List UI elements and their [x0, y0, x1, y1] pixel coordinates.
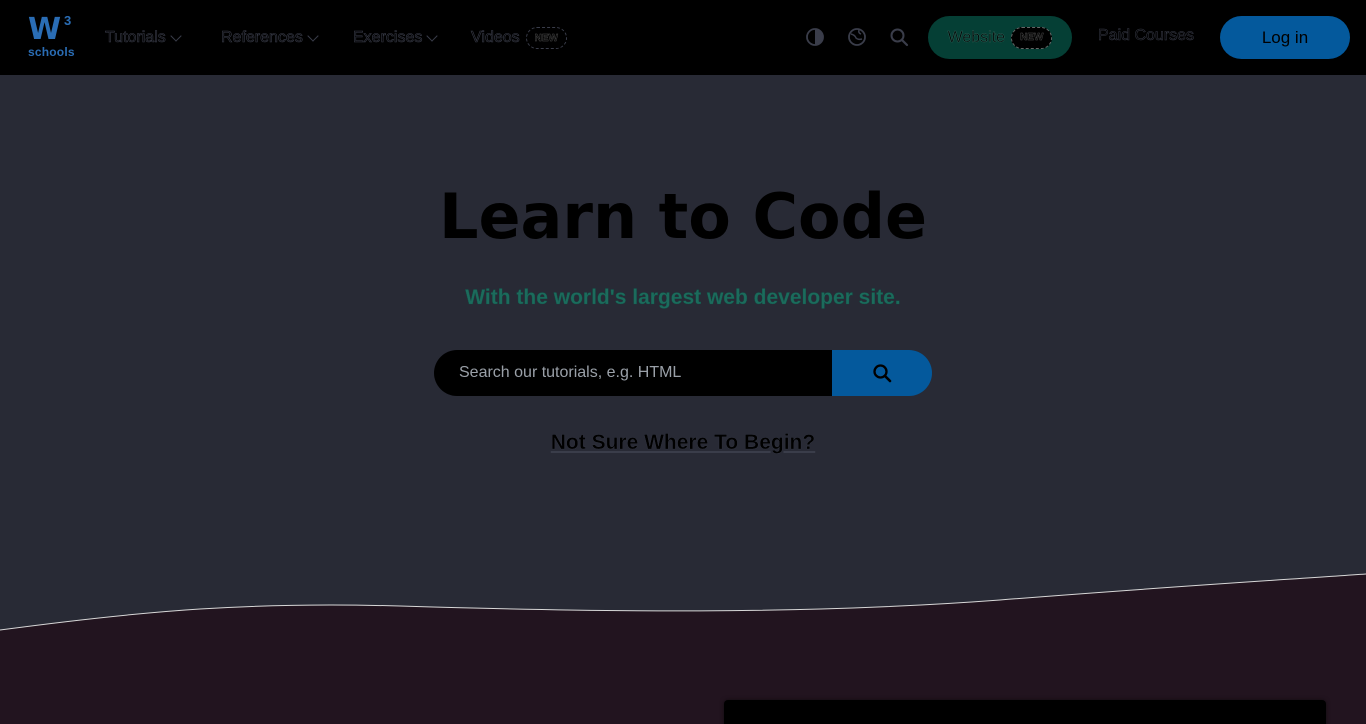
new-badge: NEW	[525, 27, 567, 49]
contrast-icon[interactable]	[804, 26, 826, 48]
website-button[interactable]: Website NEW	[928, 16, 1072, 59]
tutorial-search	[434, 350, 932, 396]
nav-tutorials-label: Tutorials	[105, 29, 166, 47]
chevron-down-icon	[170, 29, 182, 42]
nav-references[interactable]: References	[221, 24, 319, 52]
nav-tutorials[interactable]: Tutorials	[105, 24, 182, 52]
top-navigation: W 3 schools Tutorials References Exercis…	[0, 0, 1366, 75]
w3schools-logo[interactable]: W 3 schools	[28, 12, 76, 62]
login-button[interactable]: Log in	[1220, 16, 1350, 59]
nav-exercises[interactable]: Exercises	[353, 24, 439, 52]
search-icon[interactable]	[888, 26, 910, 48]
code-example-card	[724, 700, 1326, 724]
website-label: Website	[947, 28, 1006, 46]
nav-references-label: References	[221, 29, 303, 47]
paid-courses-link[interactable]: Paid Courses	[1098, 27, 1195, 45]
nav-videos[interactable]: Videos NEW	[471, 24, 567, 52]
chevron-down-icon	[307, 29, 319, 42]
new-badge: NEW	[1011, 26, 1053, 49]
logo-mark: W	[28, 12, 61, 47]
nav-exercises-label: Exercises	[353, 29, 423, 47]
hero-subtitle: With the world's largest web developer s…	[465, 286, 901, 309]
search-input[interactable]	[434, 350, 832, 396]
not-sure-where-to-begin-link[interactable]: Not Sure Where To Begin?	[0, 431, 1366, 455]
hero-title: Learn to Code	[438, 180, 928, 253]
logo-text: schools	[28, 45, 75, 59]
search-icon	[873, 364, 892, 383]
search-button[interactable]	[832, 350, 932, 396]
logo-superscript: 3	[64, 13, 72, 28]
nav-videos-label: Videos	[471, 29, 520, 47]
globe-icon[interactable]	[846, 26, 868, 48]
chevron-down-icon	[426, 29, 439, 42]
